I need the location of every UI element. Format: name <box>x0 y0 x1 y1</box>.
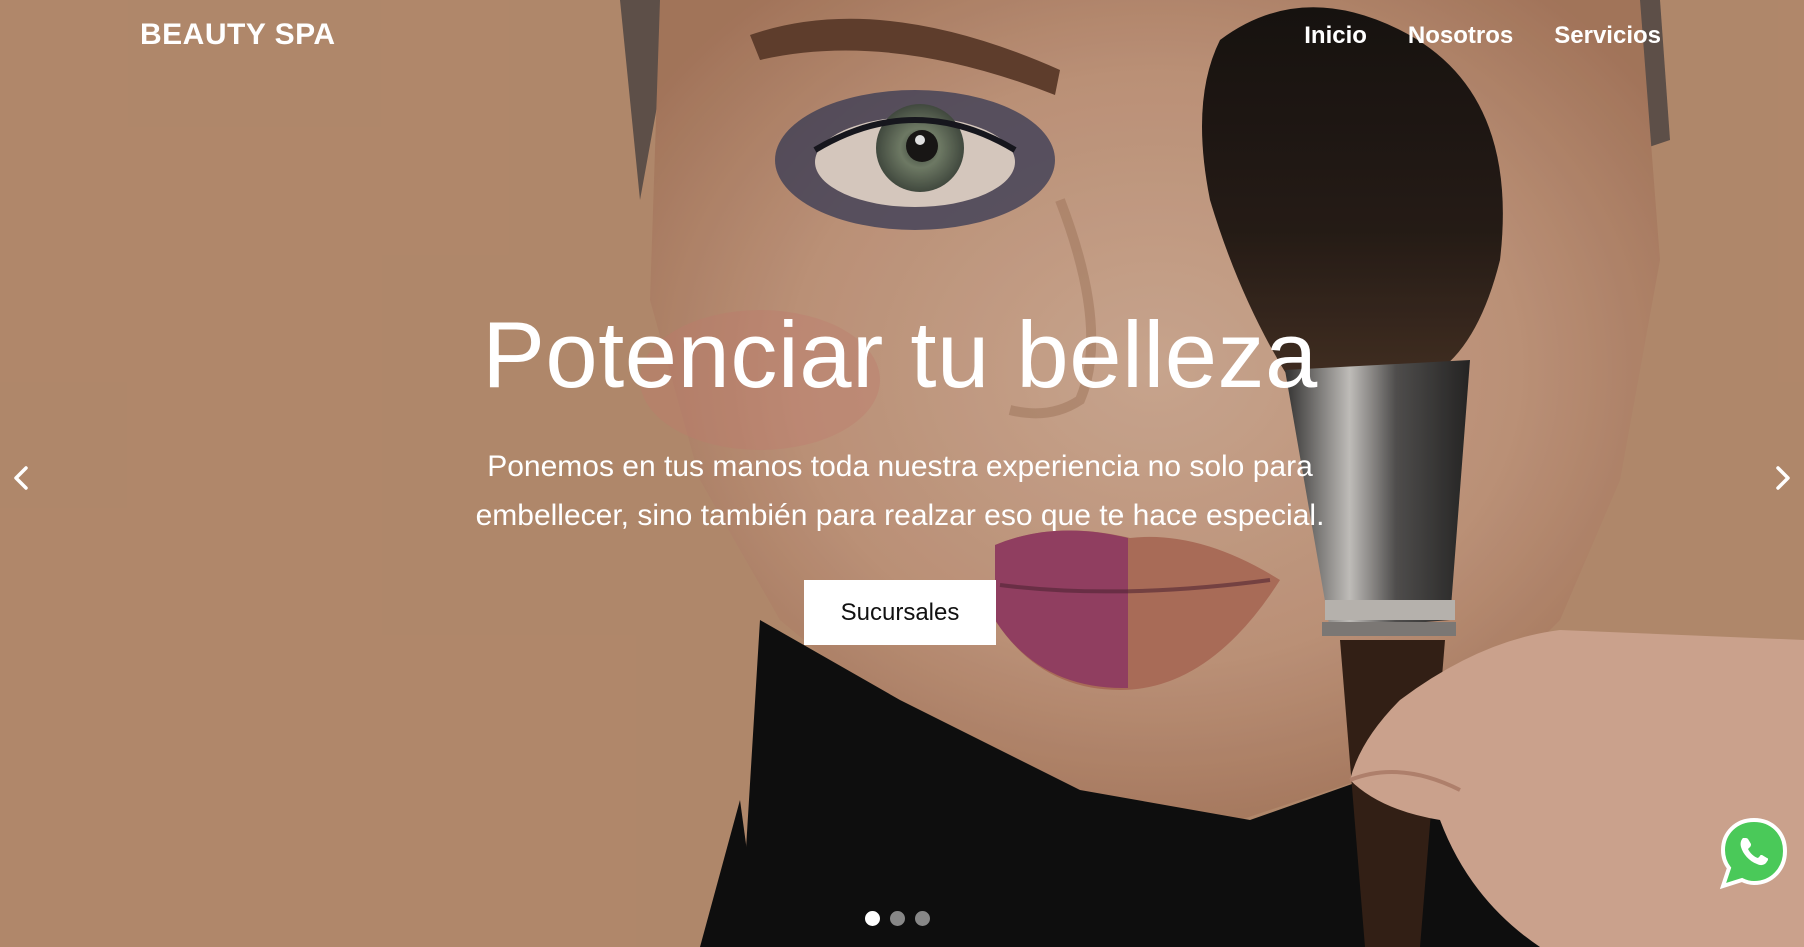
nav-link-inicio[interactable]: Inicio <box>1304 22 1367 50</box>
nav-link-nosotros[interactable]: Nosotros <box>1408 22 1513 50</box>
carousel-next-button[interactable] <box>1770 458 1796 498</box>
hero-subtitle: Ponemos en tus manos toda nuestra experi… <box>475 450 1325 532</box>
carousel-indicators <box>865 911 930 926</box>
carousel-indicator-2[interactable] <box>890 911 905 926</box>
carousel-prev-button[interactable] <box>8 458 34 498</box>
hero-carousel: BEAUTY SPA Inicio Nosotros Servicios Pot… <box>0 0 1804 947</box>
main-nav: Inicio Nosotros Servicios <box>1304 22 1661 50</box>
brand-logo[interactable]: BEAUTY SPA <box>140 18 336 52</box>
whatsapp-icon <box>1719 817 1788 890</box>
carousel-indicator-1[interactable] <box>865 911 880 926</box>
whatsapp-button[interactable] <box>1718 816 1790 890</box>
nav-link-servicios[interactable]: Servicios <box>1554 22 1661 50</box>
hero-caption: Potenciar tu belleza Ponemos en tus mano… <box>440 300 1360 645</box>
sucursales-button[interactable]: Sucursales <box>804 580 996 645</box>
chevron-right-icon <box>1776 466 1790 490</box>
chevron-left-icon <box>14 466 28 490</box>
hero-title: Potenciar tu belleza <box>482 302 1318 407</box>
carousel-indicator-3[interactable] <box>915 911 930 926</box>
